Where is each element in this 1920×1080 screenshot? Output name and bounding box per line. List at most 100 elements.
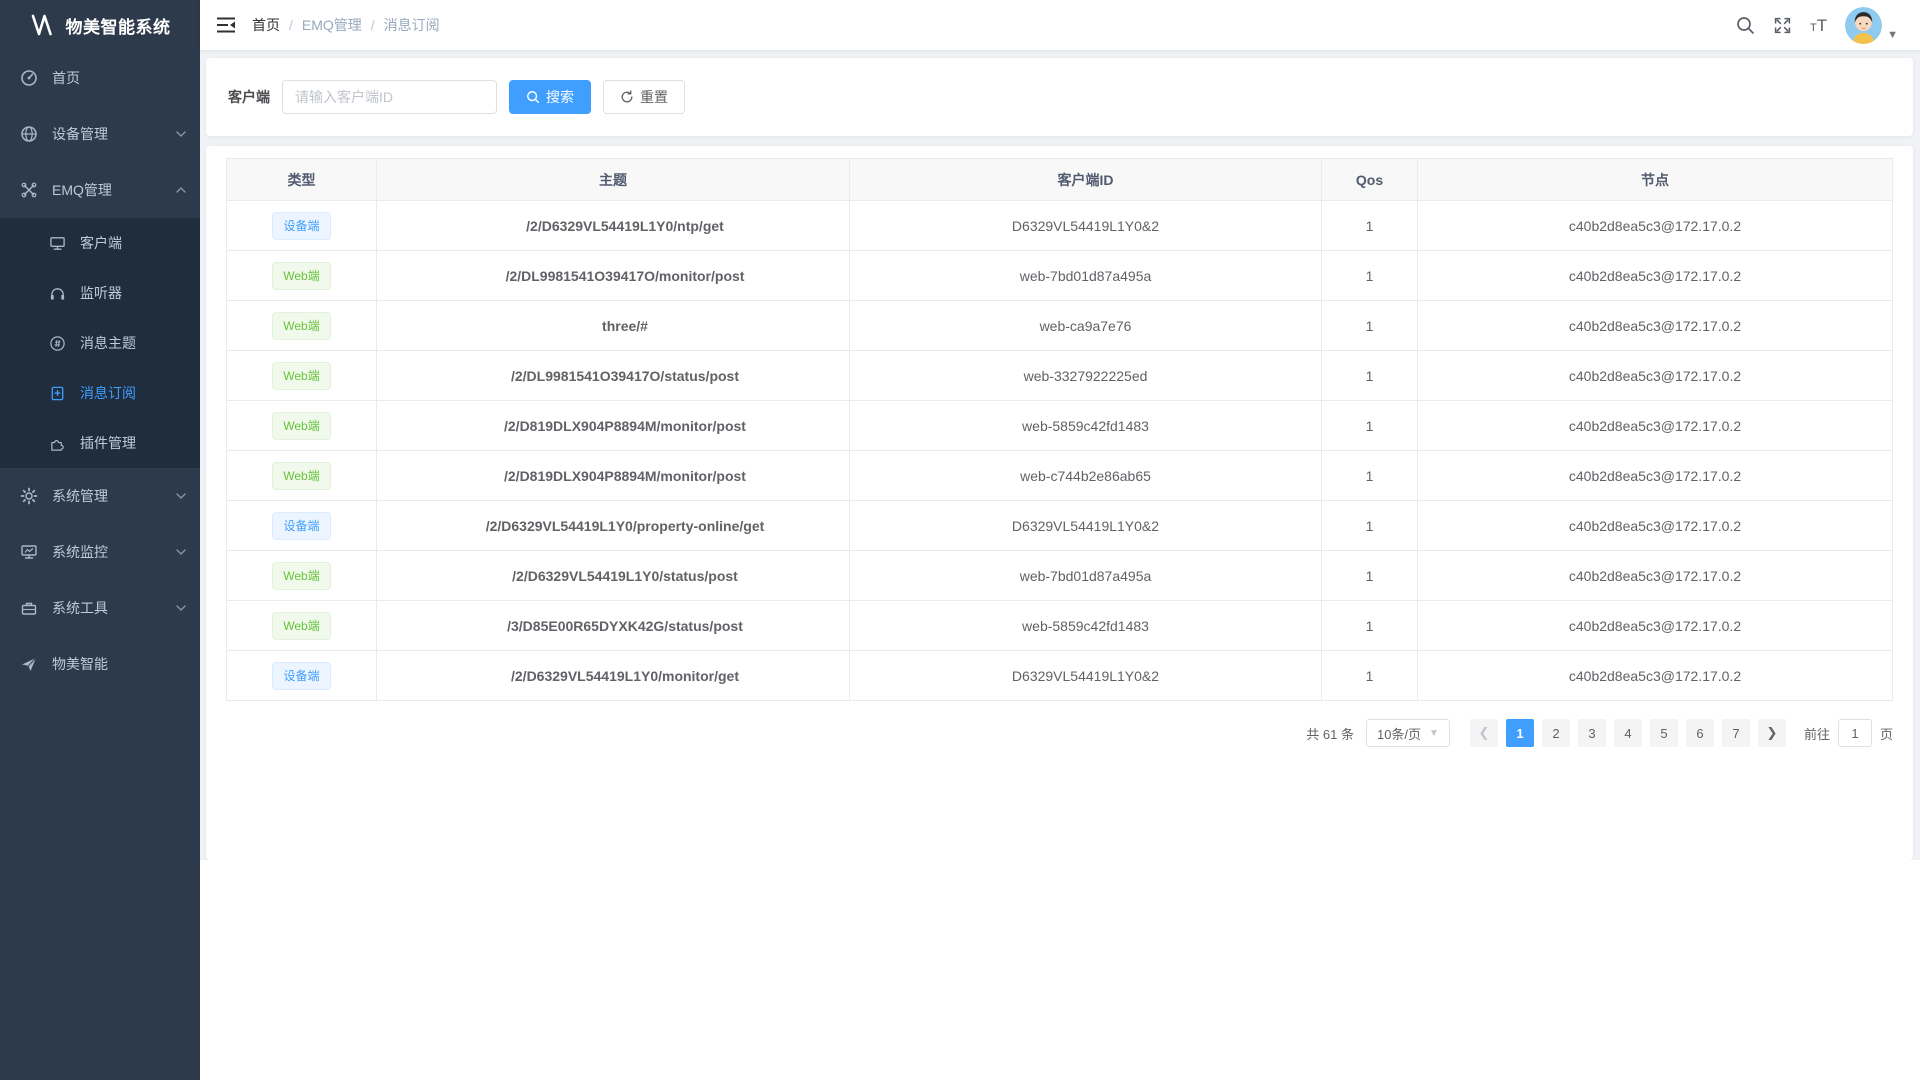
breadcrumb-current: 消息订阅 <box>384 15 440 35</box>
column-header-client-id: 客户端ID <box>850 159 1322 201</box>
topic-cell: /3/D85E00R65DYXK42G/status/post <box>377 601 850 651</box>
type-cell: Web端 <box>227 301 377 351</box>
hamburger-icon <box>216 16 236 34</box>
node-cell: c40b2d8ea5c3@172.17.0.2 <box>1418 551 1893 601</box>
table-row: 设备端 /2/D6329VL54419L1Y0/property-online/… <box>227 501 1893 551</box>
app-logo[interactable]: 物美智能系统 <box>0 0 200 50</box>
page-button-2[interactable]: 2 <box>1542 719 1570 747</box>
page-button-3[interactable]: 3 <box>1578 719 1606 747</box>
caret-down-icon: ▼ <box>1887 29 1898 41</box>
topic-cell: /2/D6329VL54419L1Y0/ntp/get <box>377 201 850 251</box>
type-cell: Web端 <box>227 601 377 651</box>
goto-page-input[interactable] <box>1838 719 1872 747</box>
sidebar-item-wumei-smart[interactable]: 物美智能 <box>0 636 200 692</box>
user-menu[interactable]: ▼ <box>1845 7 1898 44</box>
type-tag: 设备端 <box>272 512 330 540</box>
total-count: 共 61 条 <box>1306 724 1354 743</box>
pagination: 共 61 条 10条/页 ▼ ❮ 1234567 ❯ 前往 页 <box>226 719 1893 747</box>
search-icon[interactable] <box>1736 16 1755 35</box>
sidebar-item-label: 设备管理 <box>52 124 108 144</box>
qos-cell: 1 <box>1322 601 1418 651</box>
sidebar-item-label: 插件管理 <box>80 433 136 453</box>
chevron-down-icon: ▼ <box>1429 728 1439 739</box>
emq-submenu: 客户端 监听器 消息主题 消息订阅 插件管理 <box>0 218 200 468</box>
client-id-cell: web-5859c42fd1483 <box>850 401 1322 451</box>
search-button-label: 搜索 <box>546 87 574 107</box>
fullscreen-icon[interactable] <box>1773 16 1792 35</box>
table-row: Web端 /2/D6329VL54419L1Y0/status/post web… <box>227 551 1893 601</box>
client-id-cell: web-c744b2e86ab65 <box>850 451 1322 501</box>
sidebar: 物美智能系统 首页 设备管理 EMQ管理 客户端 <box>0 0 200 1080</box>
qos-cell: 1 <box>1322 201 1418 251</box>
type-tag: Web端 <box>272 312 330 340</box>
qos-cell: 1 <box>1322 501 1418 551</box>
node-cell: c40b2d8ea5c3@172.17.0.2 <box>1418 401 1893 451</box>
sidebar-item-label: 消息订阅 <box>80 383 136 403</box>
topbar-actions: TT ▼ <box>1736 7 1920 44</box>
type-tag: 设备端 <box>272 212 330 240</box>
type-tag: Web端 <box>272 362 330 390</box>
node-cell: c40b2d8ea5c3@172.17.0.2 <box>1418 601 1893 651</box>
sidebar-item-label: 首页 <box>52 68 80 88</box>
breadcrumb-home[interactable]: 首页 <box>252 15 280 35</box>
qos-cell: 1 <box>1322 651 1418 701</box>
avatar <box>1845 7 1882 44</box>
sidebar-item-device-management[interactable]: 设备管理 <box>0 106 200 162</box>
node-cell: c40b2d8ea5c3@172.17.0.2 <box>1418 301 1893 351</box>
goto-suffix: 页 <box>1880 724 1893 743</box>
chevron-down-icon <box>176 493 186 499</box>
sidebar-item-client[interactable]: 客户端 <box>0 218 200 268</box>
sidebar-toggle-button[interactable] <box>200 0 252 50</box>
table-row: Web端 /2/D819DLX904P8894M/monitor/post we… <box>227 451 1893 501</box>
headphones-icon <box>48 284 66 302</box>
type-cell: Web端 <box>227 451 377 501</box>
client-id-cell: D6329VL54419L1Y0&2 <box>850 501 1322 551</box>
type-cell: 设备端 <box>227 651 377 701</box>
page-button-1[interactable]: 1 <box>1506 719 1534 747</box>
topic-cell: /2/D6329VL54419L1Y0/status/post <box>377 551 850 601</box>
font-size-icon[interactable]: TT <box>1810 17 1827 34</box>
page-size-select[interactable]: 10条/页 ▼ <box>1366 719 1450 747</box>
table-row: Web端 /2/D819DLX904P8894M/monitor/post we… <box>227 401 1893 451</box>
sidebar-item-system-tools[interactable]: 系统工具 <box>0 580 200 636</box>
sidebar-item-system-management[interactable]: 系统管理 <box>0 468 200 524</box>
page-button-6[interactable]: 6 <box>1686 719 1714 747</box>
search-button[interactable]: 搜索 <box>509 80 591 114</box>
main-area: 首页 / EMQ管理 / 消息订阅 TT <box>200 0 1920 1080</box>
prev-page-button[interactable]: ❮ <box>1470 719 1498 747</box>
client-id-cell: web-5859c42fd1483 <box>850 601 1322 651</box>
node-cell: c40b2d8ea5c3@172.17.0.2 <box>1418 351 1893 401</box>
sidebar-item-listener[interactable]: 监听器 <box>0 268 200 318</box>
chevron-down-icon <box>176 605 186 611</box>
sidebar-item-plugin-management[interactable]: 插件管理 <box>0 418 200 468</box>
qos-cell: 1 <box>1322 301 1418 351</box>
sidebar-item-label: 消息主题 <box>80 333 136 353</box>
page-button-5[interactable]: 5 <box>1650 719 1678 747</box>
table-row: 设备端 /2/D6329VL54419L1Y0/monitor/get D632… <box>227 651 1893 701</box>
page-button-4[interactable]: 4 <box>1614 719 1642 747</box>
table-row: 设备端 /2/D6329VL54419L1Y0/ntp/get D6329VL5… <box>227 201 1893 251</box>
page-button-7[interactable]: 7 <box>1722 719 1750 747</box>
globe-icon <box>20 125 38 143</box>
sidebar-item-label: EMQ管理 <box>52 180 112 200</box>
node-cell: c40b2d8ea5c3@172.17.0.2 <box>1418 451 1893 501</box>
node-cell: c40b2d8ea5c3@172.17.0.2 <box>1418 251 1893 301</box>
chevron-up-icon <box>176 187 186 193</box>
reset-button[interactable]: 重置 <box>603 80 685 114</box>
next-page-button[interactable]: ❯ <box>1758 719 1786 747</box>
subscription-table-panel: 类型 主题 客户端ID Qos 节点 设备端 /2/D6329VL54419L1… <box>206 146 1913 860</box>
sidebar-item-home[interactable]: 首页 <box>0 50 200 106</box>
client-id-cell: D6329VL54419L1Y0&2 <box>850 651 1322 701</box>
sidebar-item-system-monitoring[interactable]: 系统监控 <box>0 524 200 580</box>
type-cell: 设备端 <box>227 201 377 251</box>
sidebar-item-message-subscription[interactable]: 消息订阅 <box>0 368 200 418</box>
sidebar-item-emq-management[interactable]: EMQ管理 <box>0 162 200 218</box>
node-cell: c40b2d8ea5c3@172.17.0.2 <box>1418 651 1893 701</box>
sidebar-item-label: 系统管理 <box>52 486 108 506</box>
column-header-node: 节点 <box>1418 159 1893 201</box>
column-header-qos: Qos <box>1322 159 1418 201</box>
sidebar-item-message-topic[interactable]: 消息主题 <box>0 318 200 368</box>
topic-cell: /2/D6329VL54419L1Y0/property-online/get <box>377 501 850 551</box>
monitor-chart-icon <box>20 543 38 561</box>
client-id-input[interactable] <box>282 80 497 114</box>
